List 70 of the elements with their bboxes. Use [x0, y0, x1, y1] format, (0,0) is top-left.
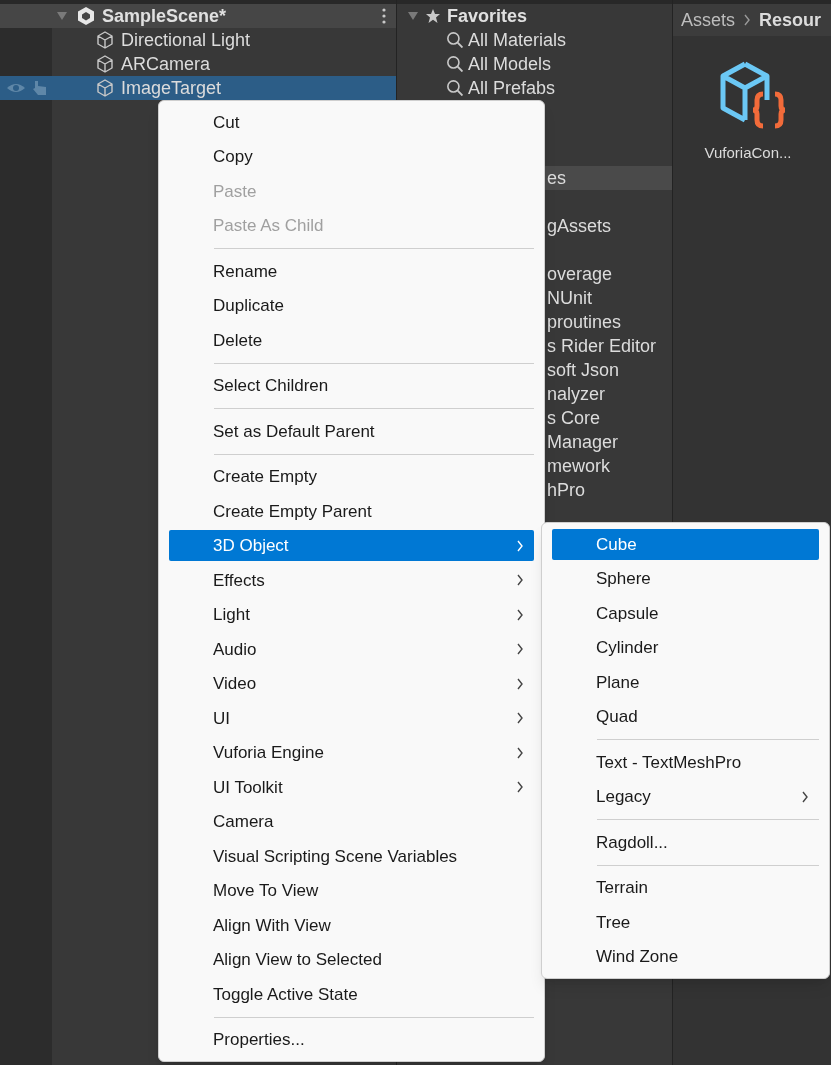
hierarchy-item[interactable]: ARCamera — [0, 52, 396, 76]
unity-logo-icon — [76, 6, 96, 26]
chevron-right-icon — [516, 539, 524, 552]
hand-icon[interactable] — [32, 80, 48, 96]
chevron-right-icon — [516, 712, 524, 725]
menu-item[interactable]: UI — [169, 702, 534, 734]
menu-item[interactable]: UI Toolkit — [169, 771, 534, 803]
cube-icon — [95, 30, 115, 50]
menu-item[interactable]: Text - TextMeshPro — [552, 746, 819, 778]
menu-item[interactable]: Select Children — [169, 370, 534, 402]
menu-item[interactable]: Move To View — [169, 875, 534, 907]
menu-item[interactable]: Vuforia Engine — [169, 737, 534, 769]
star-icon — [425, 8, 441, 24]
menu-item[interactable]: Cube — [552, 528, 819, 560]
menu-item[interactable]: Tree — [552, 906, 819, 938]
menu-item[interactable]: Sphere — [552, 563, 819, 595]
menu-item[interactable]: Create Empty — [169, 461, 534, 493]
favorites-item[interactable]: All Materials — [397, 28, 672, 52]
hierarchy-item[interactable]: Directional Light — [0, 28, 396, 52]
expand-arrow-icon[interactable] — [407, 10, 419, 22]
menu-item[interactable]: 3D Object — [169, 530, 534, 562]
menu-item[interactable]: Plane — [552, 666, 819, 698]
menu-item[interactable]: Rename — [169, 255, 534, 287]
asset-item[interactable]: VuforiaCon... — [693, 56, 803, 165]
chevron-right-icon — [516, 746, 524, 759]
menu-item[interactable]: Video — [169, 668, 534, 700]
menu-item[interactable]: Duplicate — [169, 290, 534, 322]
menu-item[interactable]: Copy — [169, 141, 534, 173]
chevron-right-icon — [801, 790, 809, 803]
expand-arrow-icon[interactable] — [56, 10, 68, 22]
favorites-item[interactable]: All Prefabs — [397, 76, 672, 100]
chevron-right-icon — [743, 14, 752, 26]
menu-item[interactable]: Delete — [169, 324, 534, 356]
menu-item[interactable]: Camera — [169, 806, 534, 838]
menu-item[interactable]: Align View to Selected — [169, 944, 534, 976]
menu-item[interactable]: Set as Default Parent — [169, 415, 534, 447]
hierarchy-item[interactable]: ImageTarget — [0, 76, 396, 100]
chevron-right-icon — [516, 574, 524, 587]
menu-item[interactable]: Legacy — [552, 781, 819, 813]
chevron-right-icon — [516, 608, 524, 621]
menu-item[interactable]: Capsule — [552, 597, 819, 629]
menu-item[interactable]: Audio — [169, 633, 534, 665]
menu-item[interactable]: Light — [169, 599, 534, 631]
menu-item[interactable]: Wind Zone — [552, 941, 819, 973]
menu-item[interactable]: Properties... — [169, 1024, 534, 1056]
menu-item[interactable]: Cut — [169, 106, 534, 138]
breadcrumb-item[interactable]: Assets — [681, 6, 736, 34]
menu-item[interactable]: Visual Scripting Scene Variables — [169, 840, 534, 872]
search-icon — [447, 80, 463, 96]
menu-item[interactable]: Quad — [552, 701, 819, 733]
menu-item[interactable]: Terrain — [552, 872, 819, 904]
breadcrumb-item[interactable]: Resour — [759, 6, 822, 34]
chevron-right-icon — [516, 781, 524, 794]
menu-item[interactable]: Effects — [169, 564, 534, 596]
menu-item[interactable]: Ragdoll... — [552, 826, 819, 858]
cube-icon — [95, 78, 115, 98]
scene-header[interactable]: SampleScene* — [0, 4, 396, 28]
scene-title: SampleScene* — [102, 4, 228, 28]
menu-item[interactable]: Align With View — [169, 909, 534, 941]
menu-item[interactable]: Create Empty Parent — [169, 495, 534, 527]
favorites-item[interactable]: All Models — [397, 52, 672, 76]
search-icon — [447, 32, 463, 48]
chevron-right-icon — [516, 643, 524, 656]
menu-item[interactable]: Cylinder — [552, 632, 819, 664]
menu-item[interactable]: Toggle Active State — [169, 978, 534, 1010]
favorites-header[interactable]: Favorites — [397, 4, 672, 28]
search-icon — [447, 56, 463, 72]
more-options-icon[interactable] — [382, 8, 386, 24]
cube-icon — [95, 54, 115, 74]
chevron-right-icon — [516, 677, 524, 690]
